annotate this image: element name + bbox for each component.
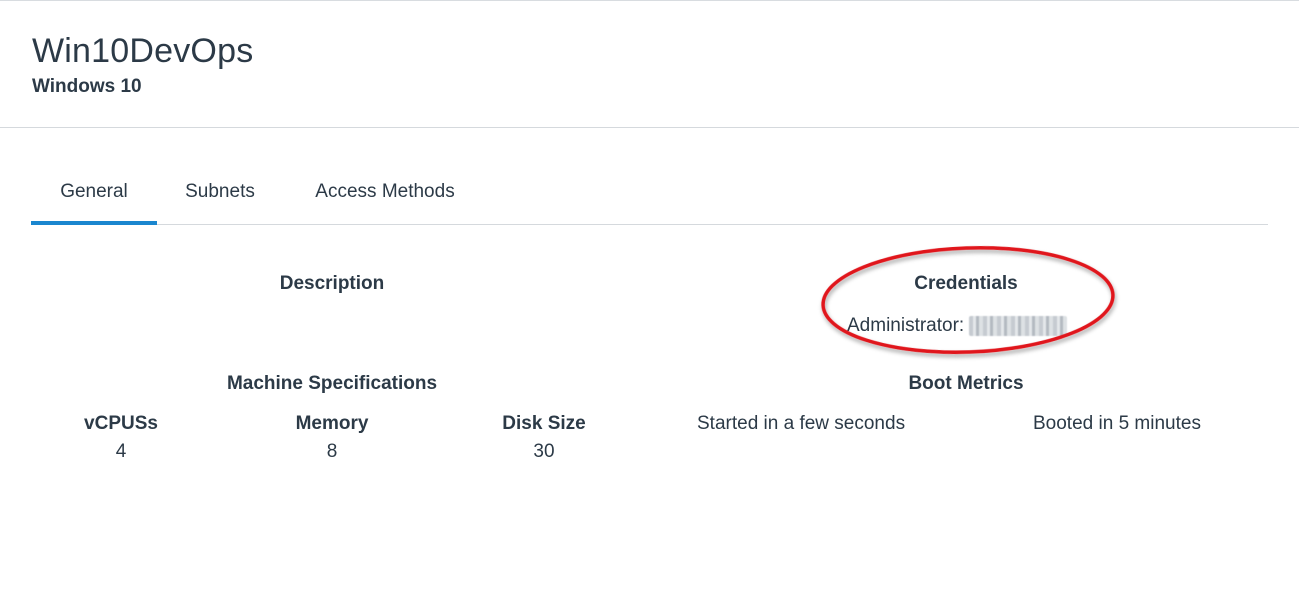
tab-general[interactable]: General [31,170,157,225]
boot-started-text: Started in a few seconds [697,413,906,434]
spec-memory-label: Memory [295,413,369,434]
spec-disk-size: Disk Size 30 [474,413,614,463]
credentials-heading: Credentials [914,273,1018,294]
tab-access-methods[interactable]: Access Methods [295,170,475,224]
red-circle-annotation [821,246,1115,354]
spec-disk-label: Disk Size [502,413,586,434]
credentials-user-label: Administrator: [847,315,965,336]
page-title: Win10DevOps [32,32,254,70]
spec-vcpus-label: vCPUSs [84,413,158,434]
tab-subnets[interactable]: Subnets [168,170,272,224]
boot-metrics-heading: Boot Metrics [908,373,1024,394]
annotation-ellipse [821,246,1115,354]
credentials-line: Administrator: [847,315,1068,337]
page-header: Win10DevOps Windows 10 [0,1,1299,128]
spec-disk-value: 30 [533,441,555,462]
boot-booted-text: Booted in 5 minutes [1033,413,1201,434]
os-subtitle: Windows 10 [32,76,142,97]
spec-memory: Memory 8 [262,413,402,463]
tab-bar: General Subnets Access Methods [31,170,1268,225]
spec-vcpus-value: 4 [115,441,127,462]
spec-vcpus: vCPUSs 4 [51,413,191,463]
spec-memory-value: 8 [326,441,338,462]
machine-specifications-heading: Machine Specifications [226,373,438,394]
redacted-password [969,316,1068,336]
description-heading: Description [279,273,385,294]
